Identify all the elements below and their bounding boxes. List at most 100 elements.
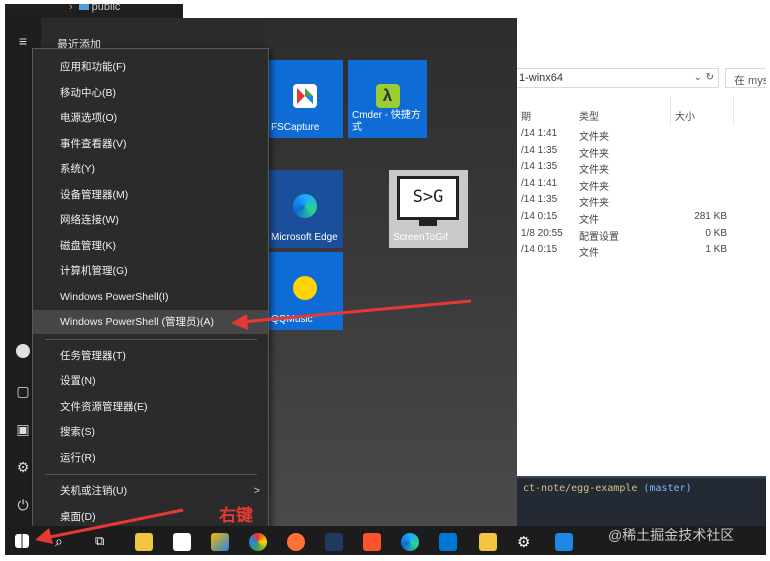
windows-start-icon[interactable] [15, 534, 29, 548]
search-icon[interactable]: ⌕ [55, 533, 73, 551]
context-menu-item[interactable]: 搜索(S) [33, 420, 268, 444]
row-date: /14 1:41 [521, 128, 558, 139]
edge-taskbar-icon[interactable] [401, 533, 419, 551]
address-bar[interactable]: 1-winx64 ⌄ ↻ [517, 68, 719, 88]
context-menu-item[interactable]: 电源选项(O) [33, 106, 268, 130]
fscapture-icon [293, 84, 317, 108]
column-divider[interactable] [670, 96, 671, 126]
row-date: 1/8 20:55 [521, 227, 563, 239]
row-type: 文件 [579, 248, 599, 260]
terminal-edge [517, 476, 766, 478]
fscapture-taskbar-icon[interactable] [173, 533, 191, 551]
row-date: /14 1:35 [521, 194, 558, 206]
row-date: /14 1:35 [521, 144, 558, 156]
context-menu-item[interactable]: 设置(N) [33, 369, 268, 393]
row-date: /14 1:35 [521, 161, 558, 173]
menu-item-label: 桌面(D) [60, 510, 96, 523]
screenshot: ›public 1-winx64 ⌄ ↻ 在 mysql 期 类型 大小 /14… [5, 4, 766, 555]
row-type: 文件夹 [579, 132, 609, 143]
app-icon[interactable] [211, 533, 229, 551]
menu-item-label: 设置(N) [60, 375, 96, 387]
tile-label: ScreenToGif [393, 232, 449, 243]
tile-screentogif[interactable]: S>G ScreenToGif [389, 170, 468, 248]
context-menu-item[interactable]: Windows PowerShell(I) [33, 285, 268, 309]
app-icon[interactable] [479, 533, 497, 551]
column-header-size[interactable]: 大小 [675, 108, 695, 123]
firefox-icon[interactable] [287, 533, 305, 551]
menu-item-label: 文件资源管理器(E) [60, 400, 148, 413]
menu-item-label: 电源选项(O) [60, 112, 118, 124]
row-type: 配置设置 [579, 231, 619, 243]
context-menu-item[interactable]: 事件查看器(V) [33, 132, 268, 156]
table-row[interactable]: /14 0:15 文件 281 KB [517, 211, 766, 227]
chevron-right-icon: > [253, 485, 260, 497]
chevron-down-icon[interactable]: ⌄ [694, 72, 702, 83]
row-type: 文件夹 [579, 165, 609, 177]
power-icon[interactable]: ⏻ [14, 496, 32, 514]
table-row[interactable]: /14 1:41 文件夹 [517, 178, 766, 194]
winx-context-menu: 应用和功能(F) 移动中心(B) 电源选项(O) 事件查看器(V) 系统(Y) 设备管理器… [32, 48, 269, 529]
brave-icon[interactable] [363, 533, 381, 551]
search-input[interactable]: 在 mysql [725, 68, 766, 88]
edge-icon [293, 194, 317, 218]
qqmusic-icon [293, 276, 317, 300]
table-row[interactable]: /14 1:35 文件夹 [517, 145, 766, 161]
menu-divider [45, 474, 257, 475]
terminal-path: ct-note/egg-example [523, 483, 638, 494]
context-menu-item[interactable]: 磁盘管理(K) [33, 234, 268, 258]
row-type: 文件夹 [579, 198, 609, 210]
context-menu-item[interactable]: 计算机管理(G) [33, 259, 268, 283]
top-bar: › public [5, 4, 183, 18]
context-menu-item[interactable]: Windows PowerShell (管理员)(A) [33, 310, 268, 334]
vscode-icon[interactable] [439, 533, 457, 551]
column-divider[interactable] [733, 96, 734, 126]
tile-microsoft-edge[interactable]: Microsoft Edge [267, 170, 343, 248]
table-row[interactable]: 1/8 20:55 配置设置 0 KB [517, 228, 766, 244]
tile-label: Microsoft Edge [271, 232, 338, 243]
table-row[interactable]: /14 0:15 文件 1 KB [517, 244, 766, 260]
column-header-type[interactable]: 类型 [579, 108, 599, 123]
table-row[interactable]: /14 1:35 文件夹 [517, 161, 766, 177]
git-branch: (master) [643, 483, 692, 494]
file-explorer-icon[interactable] [135, 533, 153, 551]
row-size: 1 KB [705, 244, 727, 256]
context-menu-item[interactable]: 设备管理器(M) [33, 183, 268, 207]
context-menu-item[interactable]: 系统(Y) [33, 157, 268, 181]
task-view-icon[interactable]: ⧉ [95, 533, 113, 551]
table-row[interactable]: /14 1:41 文件夹 [517, 128, 766, 144]
context-menu-item[interactable]: 网络连接(W) [33, 208, 268, 232]
row-size: 0 KB [705, 227, 727, 239]
watermark: @稀土掘金技术社区 [608, 527, 735, 543]
app-icon[interactable] [325, 533, 343, 551]
context-menu-item[interactable]: 任务管理器(T) [33, 344, 268, 368]
settings-gear-icon[interactable]: ⚙ [14, 458, 32, 476]
menu-item-label: 移动中心(B) [60, 86, 116, 99]
avatar[interactable] [16, 344, 30, 358]
refresh-icon[interactable]: ↻ [706, 72, 714, 83]
context-menu-item[interactable]: 文件资源管理器(E) [33, 395, 268, 419]
context-menu-item[interactable]: 关机或注销(U) > [33, 479, 268, 503]
menu-item-label: Windows PowerShell (管理员)(A) [60, 316, 215, 328]
row-size: 281 KB [694, 211, 727, 222]
chrome-icon[interactable] [249, 533, 267, 551]
context-menu-item[interactable]: 运行(R) [33, 446, 268, 470]
table-row[interactable]: /14 1:35 文件夹 [517, 194, 766, 210]
menu-item-label: 计算机管理(G) [60, 265, 128, 277]
menu-item-label: 网络连接(W) [60, 214, 119, 226]
pictures-icon[interactable]: ▣ [14, 420, 32, 438]
app-icon[interactable] [555, 533, 573, 551]
monitor-stand-icon [419, 220, 437, 226]
tile-label: Cmder - 快捷方式 [352, 110, 421, 133]
hamburger-menu-icon[interactable]: ≡ [14, 32, 32, 50]
tile-fscapture[interactable]: FSCapture [267, 60, 343, 138]
tile-qqmusic[interactable]: QQMusic [267, 252, 343, 330]
breadcrumb[interactable]: › public [69, 4, 120, 13]
document-icon[interactable]: ▢ [14, 382, 32, 400]
row-type: 文件 [579, 215, 599, 226]
settings-gear-icon[interactable]: ⚙ [517, 533, 535, 551]
context-menu-item[interactable]: 移动中心(B) [33, 81, 268, 105]
tile-cmder[interactable]: λ Cmder - 快捷方式 [348, 60, 427, 138]
column-header-date[interactable]: 期 [521, 108, 531, 123]
menu-item-label: Windows PowerShell(I) [60, 290, 169, 303]
context-menu-item[interactable]: 应用和功能(F) [33, 55, 268, 79]
